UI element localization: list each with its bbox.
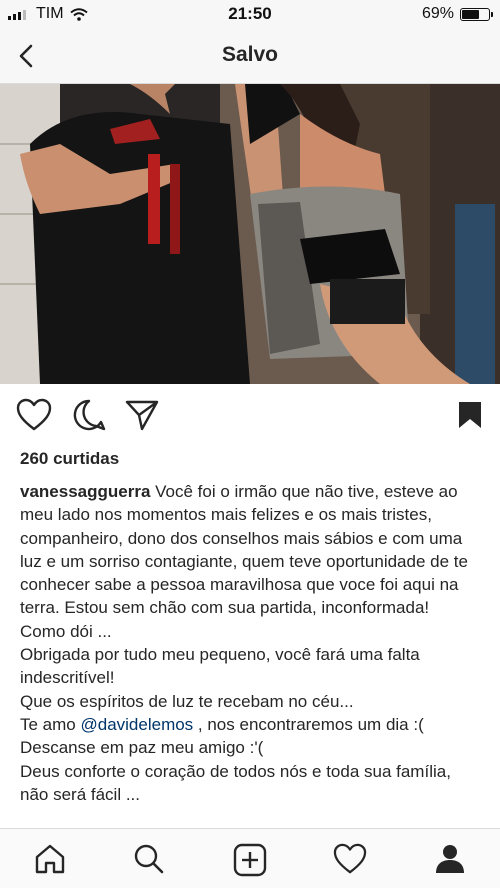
comment-icon[interactable] bbox=[72, 398, 106, 432]
home-icon[interactable] bbox=[34, 843, 66, 875]
post-caption: vanessagguerra Você foi o irmão que não … bbox=[20, 480, 482, 806]
caption-line: Como dói ... bbox=[20, 621, 112, 641]
status-bar: TIM 21:50 69% bbox=[0, 0, 500, 30]
heart-icon[interactable] bbox=[16, 398, 52, 432]
navigation-bar: Salvo bbox=[0, 30, 500, 84]
share-icon[interactable] bbox=[124, 398, 160, 432]
caption-line: Que os espíritos de luz te recebam no cé… bbox=[20, 691, 354, 711]
bottom-tab-bar bbox=[0, 828, 500, 888]
caption-line: Deus conforte o coração de todos nós e t… bbox=[20, 761, 451, 804]
add-post-icon[interactable] bbox=[233, 843, 267, 877]
bookmark-icon[interactable] bbox=[457, 400, 483, 430]
page-title: Salvo bbox=[221, 43, 279, 66]
battery-icon bbox=[460, 7, 493, 21]
post-photo[interactable] bbox=[0, 84, 500, 384]
post-photo-illustration bbox=[0, 84, 500, 384]
user-mention-link[interactable]: @davidelemos bbox=[80, 715, 193, 734]
caption-paragraph: vanessagguerra Você foi o irmão que não … bbox=[20, 480, 482, 620]
status-right: 69% bbox=[421, 5, 493, 23]
caption-line: Obrigada por tudo meu pequeno, você fará… bbox=[20, 645, 420, 688]
post-actions bbox=[0, 396, 500, 440]
battery-level-fill bbox=[462, 9, 480, 19]
caption-text: , nos encontraremos um dia :( bbox=[193, 714, 424, 734]
battery-percentage: 69% bbox=[421, 5, 454, 22]
caption-line: Descanse em paz meu amigo :'( bbox=[20, 738, 264, 758]
caption-text: Te amo bbox=[20, 714, 81, 734]
caption-line-mention: Te amo @davidelemos , nos encontraremos … bbox=[20, 713, 482, 736]
activity-heart-icon[interactable] bbox=[333, 843, 367, 875]
search-icon[interactable] bbox=[133, 843, 165, 875]
caption-text: Você foi o irmão que não tive, esteve ao… bbox=[20, 482, 468, 618]
caption-username[interactable]: vanessagguerra bbox=[20, 482, 150, 501]
profile-icon[interactable] bbox=[434, 843, 466, 875]
likes-count[interactable]: 260 curtidas bbox=[20, 449, 119, 469]
